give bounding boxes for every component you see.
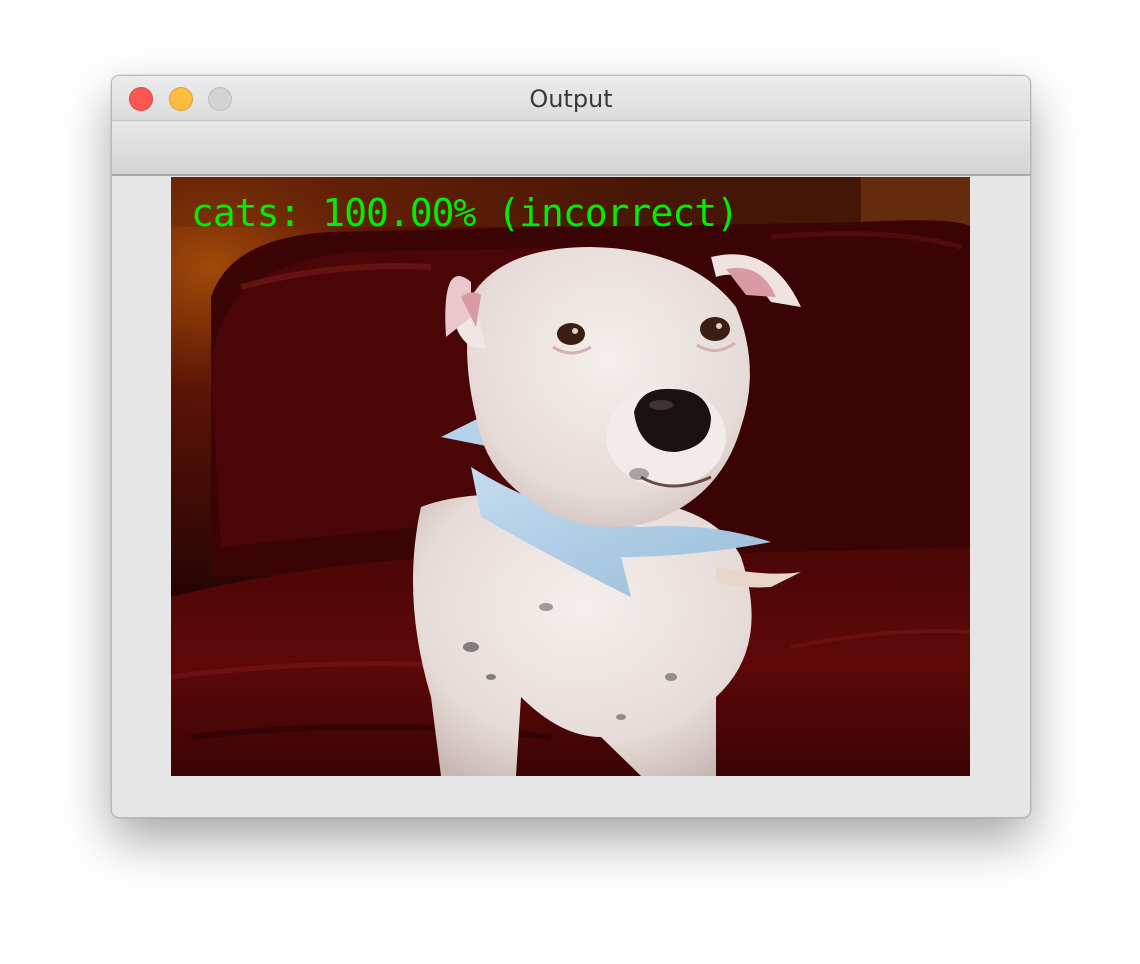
output-window: Output cats: 100.00% (incorrect) [111,75,1031,818]
dog-photo [171,177,970,776]
prediction-label: cats: 100.00% (incorrect) [191,191,739,235]
title-bar[interactable]: Output [112,76,1030,121]
toolbar [112,121,1030,176]
image-view: cats: 100.00% (incorrect) [171,177,970,776]
window-title: Output [529,85,613,113]
